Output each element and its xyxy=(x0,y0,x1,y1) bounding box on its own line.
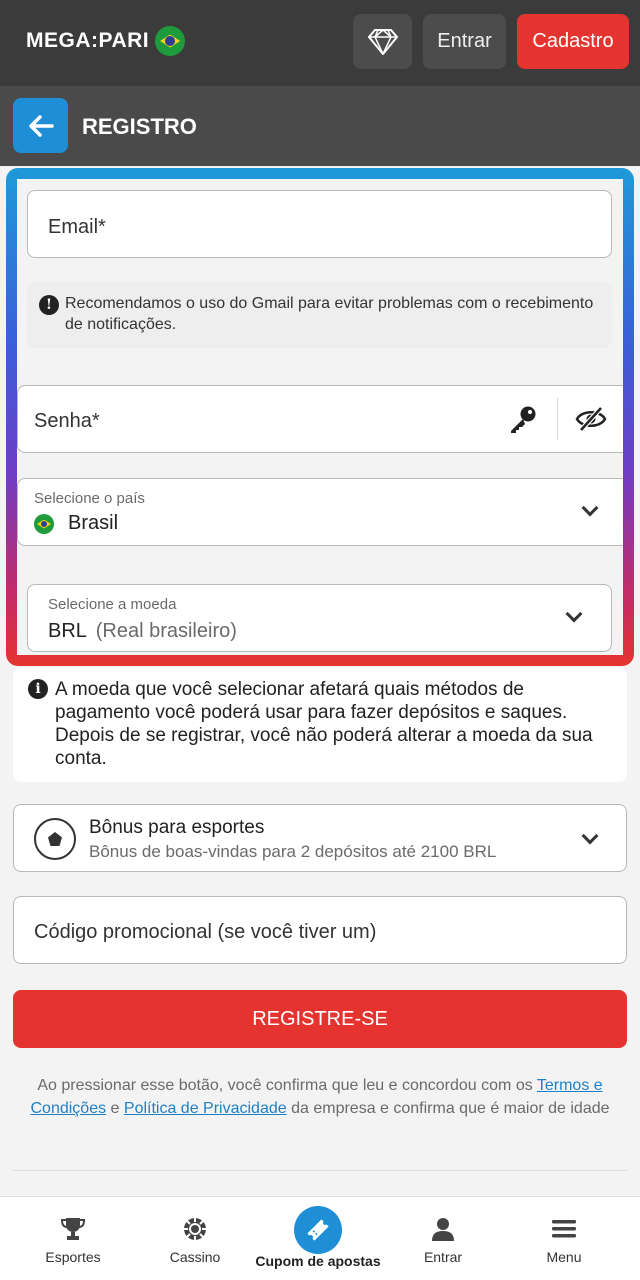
nav-label-menu: Menu xyxy=(546,1249,582,1265)
currency-select[interactable]: Selecione a moeda BRL (Real brasileiro) xyxy=(27,584,612,652)
logo-text: MEGA:PARI xyxy=(26,29,150,52)
country-label: Selecione o país xyxy=(34,490,145,507)
email-placeholder: Email* xyxy=(48,216,106,238)
nav-label-cassino: Cassino xyxy=(169,1249,221,1265)
promo-placeholder: Código promocional (se você tiver um) xyxy=(34,921,377,943)
nav-item-entrar[interactable]: Entrar xyxy=(379,1197,507,1280)
trophy-icon xyxy=(60,1218,86,1240)
promo-code-field[interactable]: Código promocional (se você tiver um) xyxy=(13,896,627,964)
brazil-flag-icon xyxy=(34,514,54,534)
diamond-icon xyxy=(367,28,398,55)
entrar-button[interactable]: Entrar xyxy=(423,14,506,69)
register-button[interactable]: REGISTRE-SE xyxy=(13,990,627,1048)
arrow-left-icon xyxy=(28,114,54,137)
chevron-down-icon xyxy=(565,605,583,623)
country-select[interactable]: Selecione o país Brasil xyxy=(17,478,623,546)
privacy-link[interactable]: Política de Privacidade xyxy=(124,1100,287,1117)
nav-item-menu[interactable]: Menu xyxy=(500,1197,628,1280)
chevron-down-icon xyxy=(581,827,599,845)
nav-item-cassino[interactable]: Cassino xyxy=(131,1197,259,1280)
bonus-select[interactable]: Bônus para esportes Bônus de boas-vindas… xyxy=(13,804,627,872)
password-placeholder: Senha* xyxy=(34,410,100,432)
info-icon: ! xyxy=(39,295,59,315)
gmail-notice-text: Recomendamos o uso do Gmail para evitar … xyxy=(65,295,594,333)
gmail-notice: ! Recomendamos o uso do Gmail para evita… xyxy=(27,282,612,348)
hamburger-icon xyxy=(552,1220,576,1238)
nav-label-cupom: Cupom de apostas xyxy=(255,1253,381,1269)
nav-label-esportes: Esportes xyxy=(45,1249,101,1265)
nav-item-cupom[interactable] xyxy=(294,1206,342,1254)
info-icon: i xyxy=(28,679,48,699)
bonus-title: Bônus para esportes xyxy=(89,817,265,838)
currency-notice: i A moeda que você selecionar afetará qu… xyxy=(13,668,627,782)
ticket-icon xyxy=(307,1219,329,1241)
nav-label-entrar: Entrar xyxy=(423,1249,463,1265)
currency-label: Selecione a moeda xyxy=(48,596,177,613)
terms-text: Ao pressionar esse botão, você confirma … xyxy=(13,1074,627,1120)
back-button[interactable] xyxy=(13,98,68,153)
currency-name: (Real brasileiro) xyxy=(95,620,237,642)
terms-part2: e xyxy=(106,1100,124,1117)
currency-value: BRL (Real brasileiro) xyxy=(48,620,237,643)
currency-code: BRL xyxy=(48,620,87,642)
nav-item-esportes[interactable]: Esportes xyxy=(9,1197,137,1280)
password-divider xyxy=(557,398,558,440)
divider xyxy=(13,1170,627,1171)
diamond-button[interactable] xyxy=(353,14,412,69)
casino-chip-icon xyxy=(184,1218,206,1240)
chevron-down-icon xyxy=(581,499,599,517)
page-header: REGISTRO xyxy=(0,86,640,166)
bottom-nav: Esportes Cassino Cupom de apostas Entrar… xyxy=(0,1196,640,1280)
megapari-logo[interactable]: MEGA:PARI xyxy=(26,26,186,56)
user-icon xyxy=(432,1218,454,1241)
email-field[interactable]: Email* xyxy=(27,190,612,258)
country-value: Brasil xyxy=(68,512,119,534)
brazil-flag-icon xyxy=(155,26,186,56)
bonus-subtitle: Bônus de boas-vindas para 2 depósitos at… xyxy=(89,842,497,861)
password-field[interactable]: Senha* xyxy=(17,385,623,453)
page-title: REGISTRO xyxy=(82,114,197,139)
terms-part1: Ao pressionar esse botão, você confirma … xyxy=(37,1077,537,1094)
key-icon[interactable] xyxy=(508,404,538,434)
soccer-ball-icon xyxy=(34,818,76,860)
top-bar: MEGA:PARI Entrar Cadastro xyxy=(0,0,640,86)
currency-notice-text: A moeda que você selecionar afetará quai… xyxy=(55,679,593,769)
eye-off-icon[interactable] xyxy=(575,406,607,432)
terms-part3: da empresa e confirma que é maior de ida… xyxy=(286,1100,610,1117)
cadastro-button[interactable]: Cadastro xyxy=(517,14,629,69)
